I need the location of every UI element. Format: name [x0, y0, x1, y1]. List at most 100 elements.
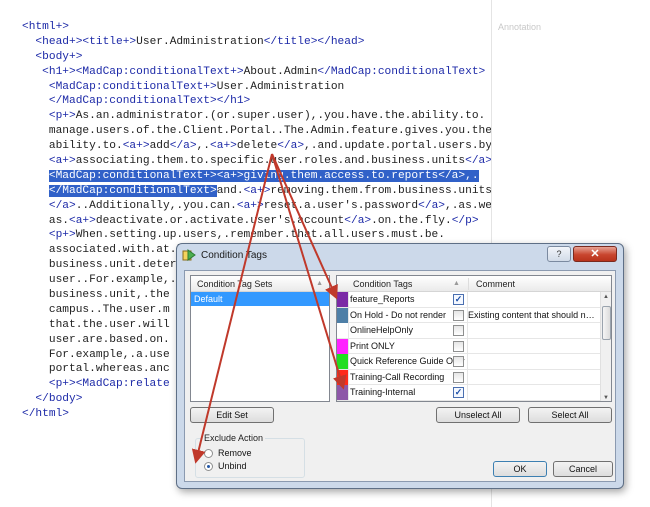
vertical-scrollbar[interactable]: ▲ ▼ [600, 292, 611, 401]
condition-tag-row[interactable]: On Hold - Do not render Existing content … [337, 307, 600, 323]
code-tag: <MadCap:conditionalText+> [22, 80, 217, 93]
code-line[interactable]: <p+>When.setting.up.users,.remember.that… [22, 228, 492, 243]
tag-name: OnlineHelpOnly [350, 325, 414, 335]
code-line[interactable]: <p+>As.an.administrator.(or.super.user),… [22, 109, 492, 124]
unselect-all-button[interactable]: Unselect All [436, 407, 520, 423]
remove-radio[interactable] [204, 449, 213, 458]
code-text-run: as. [22, 214, 69, 227]
code-line[interactable]: ability.to.<a+>add</a>,.<a+>delete</a>,.… [22, 139, 499, 154]
code-line[interactable]: <head+><title+>User.Administration</titl… [22, 35, 492, 50]
code-tag: <a+> [69, 214, 96, 227]
code-text-run: portal.whereas.anc [22, 363, 170, 376]
condition-tag-row[interactable]: feature_Reports ✓ [337, 292, 600, 308]
code-line[interactable]: </MadCap:conditionalText>and.<a+>removin… [22, 184, 492, 199]
code-tag: </a> [344, 214, 372, 227]
code-text-run: delete [236, 140, 278, 153]
code-text-run: .on.the.fly. [371, 214, 452, 227]
sort-arrow-icon: ▲ [453, 280, 460, 287]
column-divider[interactable] [468, 278, 469, 290]
condition-tags-header[interactable]: Condition Tags [353, 276, 412, 292]
tag-checkbox[interactable] [453, 340, 464, 352]
code-tag: </html> [22, 408, 69, 421]
code-tag: </a> [418, 199, 445, 212]
tag-checkbox[interactable] [453, 309, 464, 321]
code-tag: </a> [22, 199, 76, 212]
condition-tags-header-row: Condition Tags ▲ Comment [337, 276, 611, 292]
tag-name: Training-Internal [350, 387, 416, 397]
code-line[interactable]: <html+> [22, 20, 492, 35]
grid-line [467, 292, 468, 401]
code-line[interactable]: as.<a+>deactivate.or.activate.user's.acc… [22, 214, 492, 229]
exclude-action-group: Exclude Action Remove Unbind [195, 433, 305, 478]
code-text-run: User.Administration [216, 80, 345, 93]
code-text-run: that.the.user.will [22, 318, 170, 331]
tag-name: feature_Reports [350, 294, 415, 304]
close-button[interactable]: ✕ [573, 246, 617, 262]
remove-label[interactable]: Remove [218, 448, 252, 458]
code-tag: </a> [169, 140, 197, 153]
code-tag: <a+> [48, 155, 76, 168]
condition-tags-grid[interactable]: Condition Tags ▲ Comment feature_Reports… [336, 275, 612, 402]
condition-tag-row[interactable]: Training-Call Recording [337, 369, 600, 385]
code-text-run: manage.users.of.the.Client.Portal..The.A… [22, 125, 499, 138]
code-line[interactable]: <MadCap:conditionalText+>User.Administra… [22, 80, 492, 95]
code-text-run: add [149, 140, 170, 153]
code-text-run: business.unit,.the [22, 289, 170, 302]
code-text-run: reset.a.user's.password [263, 199, 419, 212]
scroll-down-icon[interactable]: ▼ [603, 395, 609, 401]
code-tag: <p+> [22, 110, 76, 123]
tag-set-item-default[interactable]: Default [191, 292, 329, 306]
unbind-radio[interactable] [204, 462, 213, 471]
tag-sets-list[interactable]: Condition Tag Sets ▲ Default [190, 275, 330, 402]
dialog-title: Condition Tags [201, 250, 267, 261]
code-tag: <p+> [22, 229, 76, 242]
code-text-run: About.Admin [243, 65, 318, 78]
tag-checkbox[interactable]: ✓ [453, 294, 464, 305]
unbind-label[interactable]: Unbind [218, 461, 247, 471]
grid-line [348, 292, 349, 401]
tag-color-swatch [337, 292, 348, 307]
code-line[interactable]: manage.users.of.the.Client.Portal..The.A… [22, 124, 499, 139]
edit-set-button[interactable]: Edit Set [190, 407, 274, 423]
tag-color-swatch [337, 307, 348, 323]
code-text-run: ,.and.update.portal.users.by. [304, 140, 499, 153]
tag-checkbox[interactable] [453, 325, 464, 336]
tag-comment[interactable]: Existing content that should not be... [468, 310, 598, 320]
code-text-run [22, 170, 49, 182]
condition-tag-row[interactable]: Print ONLY [337, 338, 600, 354]
code-tag: <body+> [22, 50, 83, 63]
code-line[interactable]: </MadCap:conditionalText></h1> [22, 94, 492, 109]
selected-code: <MadCap:conditionalText+><a+>giving.them… [48, 169, 479, 182]
tag-color-swatch [337, 354, 348, 369]
tag-checkbox[interactable] [453, 356, 464, 367]
exclude-action-label: Exclude Action [202, 433, 266, 443]
tag-checkbox[interactable] [453, 371, 464, 383]
condition-tag-row[interactable]: Training-Internal ✓ [337, 385, 600, 401]
dialog-titlebar[interactable]: Condition Tags ? ✕ [177, 244, 623, 268]
scrollbar-thumb[interactable] [602, 306, 611, 340]
code-tag: </body> [22, 393, 83, 406]
comment-header[interactable]: Comment [476, 276, 515, 292]
cancel-button[interactable]: Cancel [553, 461, 613, 477]
tag-checkbox[interactable]: ✓ [453, 387, 464, 398]
condition-tag-row[interactable]: Quick Reference Guide Only [337, 354, 600, 370]
code-text-run: campus..The.user.m [22, 303, 170, 316]
code-tag: </MadCap:conditionalText></h1> [22, 95, 251, 108]
ok-button[interactable]: OK [493, 461, 547, 477]
tag-color-swatch [337, 323, 348, 338]
code-line[interactable]: <body+> [22, 50, 492, 65]
tag-sets-header-label: Condition Tag Sets [197, 279, 273, 289]
code-text-run: ..Additionally,.you.can. [75, 199, 237, 212]
code-line[interactable]: <MadCap:conditionalText+><a+>giving.them… [22, 169, 492, 184]
sort-arrow-icon: ▲ [316, 280, 323, 287]
select-all-button[interactable]: Select All [528, 407, 612, 423]
scroll-up-icon[interactable]: ▲ [603, 294, 609, 300]
code-tag: <p+><MadCap:relate [22, 378, 170, 391]
code-line[interactable]: </a>..Additionally,.you.can.<a+>reset.a.… [22, 199, 512, 214]
code-line[interactable]: <h1+><MadCap:conditionalText+>About.Admi… [22, 65, 492, 80]
code-line[interactable]: <a+>associating.them.to.specific.user.ro… [22, 154, 506, 169]
condition-tag-row[interactable]: OnlineHelpOnly [337, 323, 600, 339]
tag-sets-header[interactable]: Condition Tag Sets ▲ [191, 276, 329, 292]
help-button[interactable]: ? [547, 246, 571, 262]
code-tag: </a> [465, 155, 492, 168]
